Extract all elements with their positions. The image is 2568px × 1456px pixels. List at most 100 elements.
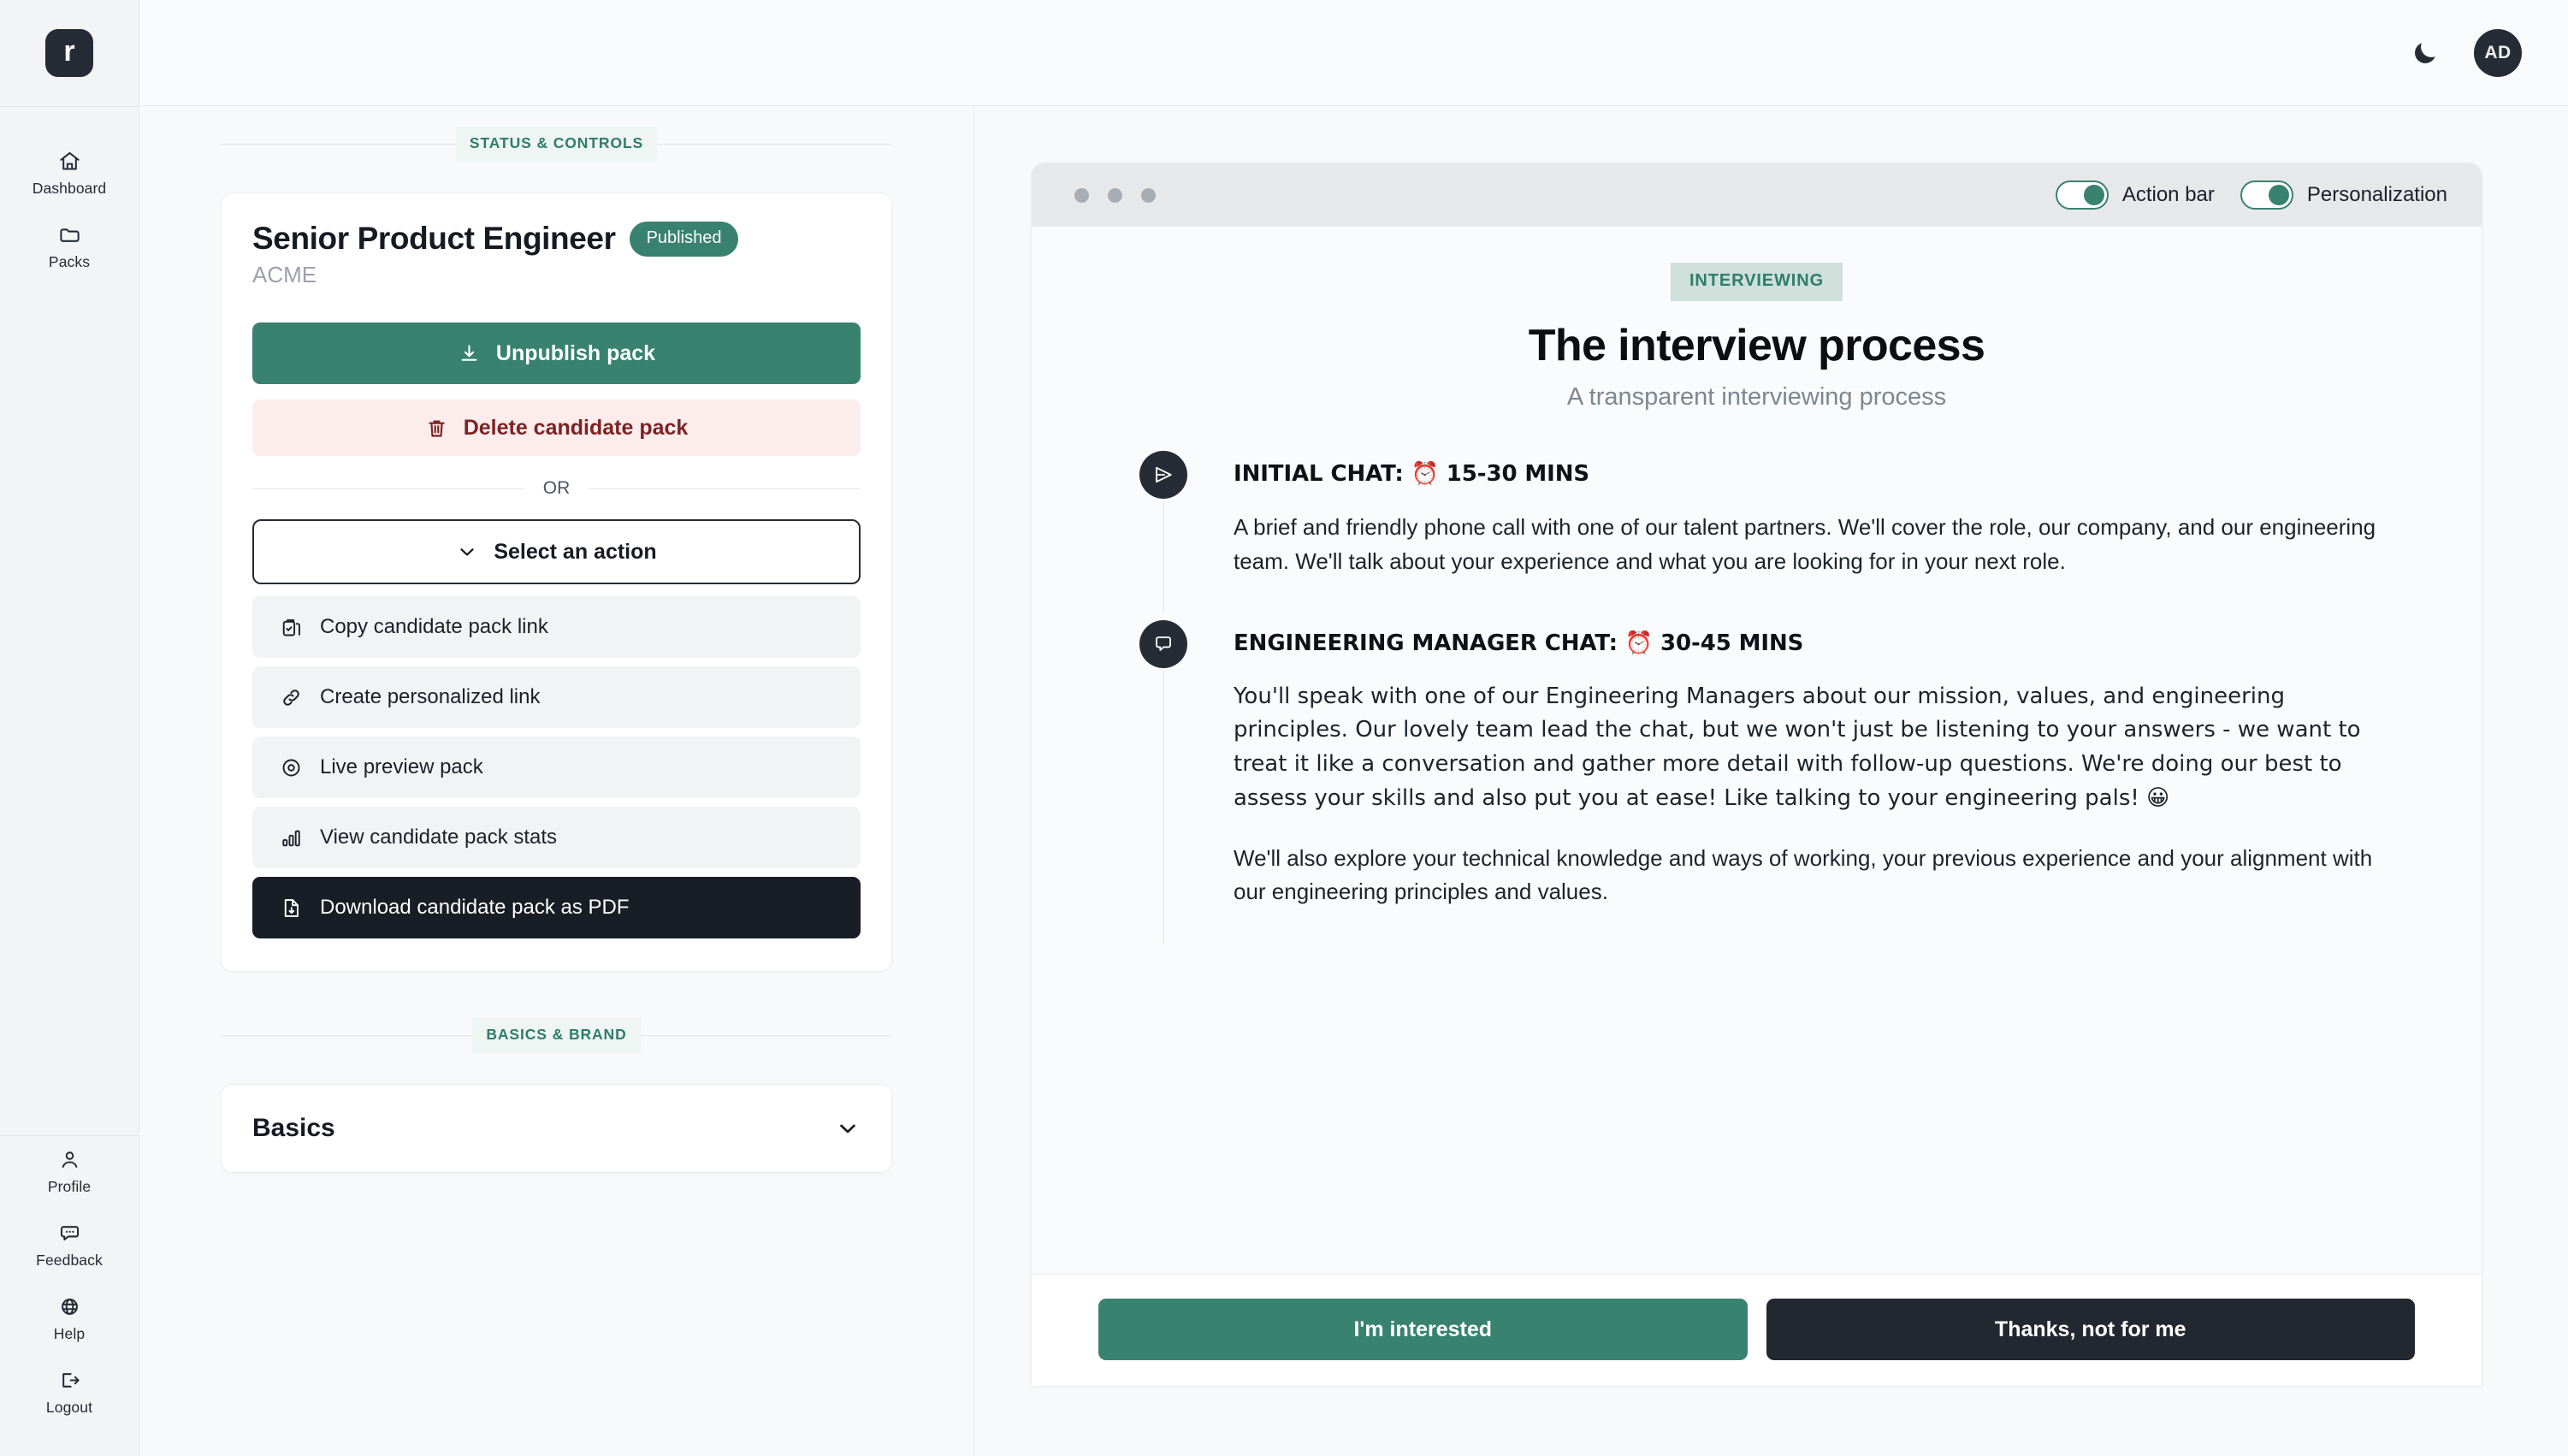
action-copy-link[interactable]: Copy candidate pack link: [252, 596, 861, 658]
step-connector-line: [1163, 667, 1164, 944]
action-list: Copy candidate pack link Create personal…: [252, 596, 861, 938]
window-dot: [1108, 187, 1122, 203]
avatar[interactable]: AD: [2474, 28, 2522, 77]
main-column: AD STATUS & CONTROLS Senior Product Engi…: [139, 0, 2568, 1456]
divider-left: [221, 1035, 473, 1036]
divider-left: [221, 144, 456, 145]
send-icon: [1139, 451, 1187, 499]
file-download-icon: [280, 897, 303, 920]
sidebar-item-label: Packs: [48, 253, 91, 270]
action-view-stats[interactable]: View candidate pack stats: [252, 807, 861, 868]
sidebar-item-label: Help: [53, 1325, 86, 1342]
action-live-preview[interactable]: Live preview pack: [252, 737, 861, 798]
action-label: Create personalized link: [320, 685, 541, 708]
folder-icon: [58, 223, 81, 246]
interview-step: INITIAL CHAT: ⏰ 15-30 MINS A brief and f…: [1139, 451, 2396, 613]
preview-title: The interview process: [1528, 321, 1985, 370]
or-label: OR: [542, 478, 571, 498]
delete-pack-label: Delete candidate pack: [463, 415, 689, 440]
download-icon: [458, 342, 481, 365]
sidebar-item-help[interactable]: Help: [0, 1283, 139, 1357]
sidebar-item-packs[interactable]: Packs: [0, 211, 139, 285]
bar-chart-icon: [280, 826, 303, 849]
sidebar-item-logout[interactable]: Logout: [0, 1357, 139, 1430]
action-label: View candidate pack stats: [320, 826, 558, 849]
logout-icon: [58, 1369, 81, 1392]
sidebar-item-label: Feedback: [36, 1252, 103, 1269]
sidebar-nav-bottom: Profile Feedback Help Logout: [0, 1136, 139, 1456]
divider-right: [657, 144, 893, 145]
step-body: A brief and friendly phone call with one…: [1234, 511, 2396, 579]
preview-action-bar: I'm interested Thanks, not for me: [1032, 1274, 2482, 1386]
preview-subtitle: A transparent interviewing process: [1566, 383, 1947, 411]
eye-icon: [280, 756, 303, 779]
divider-right: [640, 1035, 892, 1036]
step-title: ENGINEERING MANAGER CHAT: ⏰ 30-45 MINS: [1234, 630, 1804, 656]
or-divider: OR: [252, 478, 861, 499]
basics-section-header: BASICS & BRAND: [221, 972, 892, 1053]
sidebar-item-dashboard[interactable]: Dashboard: [0, 138, 139, 211]
sidebar-item-label: Logout: [45, 1399, 93, 1416]
basics-section-label: BASICS & BRAND: [472, 1018, 641, 1053]
step-paragraph: A brief and friendly phone call with one…: [1234, 514, 2376, 574]
sidebar-nav-top: Dashboard Packs: [0, 107, 139, 285]
action-download-pdf[interactable]: Download candidate pack as PDF: [252, 877, 861, 938]
action-bar-toggle[interactable]: [2055, 181, 2109, 210]
chat-icon: [58, 1222, 81, 1245]
personalization-toggle[interactable]: [2240, 181, 2293, 210]
interested-button[interactable]: I'm interested: [1098, 1299, 1748, 1360]
app-logo[interactable]: r: [45, 29, 93, 77]
user-icon: [58, 1148, 81, 1171]
not-interested-button[interactable]: Thanks, not for me: [1766, 1299, 2415, 1360]
step-title: INITIAL CHAT: ⏰ 15-30 MINS: [1234, 461, 1590, 487]
status-badge: Published: [629, 221, 739, 257]
globe-icon: [58, 1295, 81, 1318]
personalization-toggle-group: Personalization: [2240, 181, 2447, 210]
action-create-personalized-link[interactable]: Create personalized link: [252, 666, 861, 728]
toggle-knob: [2268, 185, 2289, 205]
status-card: Senior Product Engineer Published ACME U…: [221, 192, 892, 972]
sidebar-item-feedback[interactable]: Feedback: [0, 1210, 139, 1283]
preview-toggles: Action bar Personalization: [2055, 181, 2447, 210]
job-title-row: Senior Product Engineer Published: [252, 221, 861, 257]
interview-step: ENGINEERING MANAGER CHAT: ⏰ 30-45 MINS Y…: [1139, 619, 2396, 944]
personalization-toggle-label: Personalization: [2306, 183, 2447, 206]
toggle-knob: [2083, 185, 2104, 205]
sidebar: r Dashboard Packs Profile Feedback Help …: [0, 0, 139, 1456]
unpublish-pack-button[interactable]: Unpublish pack: [252, 323, 861, 384]
action-label: Download candidate pack as PDF: [320, 896, 630, 919]
interview-steps: INITIAL CHAT: ⏰ 15-30 MINS A brief and f…: [1032, 451, 2482, 944]
home-icon: [58, 150, 81, 173]
chevron-down-icon: [835, 1116, 861, 1141]
basics-accordion-title: Basics: [252, 1114, 335, 1142]
trash-icon: [425, 417, 448, 440]
link-icon: [280, 686, 303, 709]
basics-accordion[interactable]: Basics: [221, 1084, 892, 1173]
moon-icon[interactable]: [2411, 38, 2440, 68]
top-header: AD: [139, 0, 2568, 106]
browser-mock-toolbar: Action bar Personalization: [1032, 163, 2482, 227]
or-line-right: [589, 488, 861, 489]
step-paragraph: We'll also explore your technical knowle…: [1234, 844, 2373, 905]
pack-preview-content: INTERVIEWING The interview process A tra…: [1032, 227, 2482, 1386]
company-name: ACME: [252, 262, 317, 287]
page-body: STATUS & CONTROLS Senior Product Enginee…: [139, 106, 2568, 1456]
stage-chip-wrap: INTERVIEWING: [1032, 263, 2482, 301]
app-root: r Dashboard Packs Profile Feedback Help …: [0, 0, 2568, 1456]
status-section-label: STATUS & CONTROLS: [455, 127, 658, 162]
step-paragraph: You'll speak with one of our Engineering…: [1234, 683, 2361, 811]
action-label: Live preview pack: [320, 755, 483, 778]
select-action-label: Select an action: [494, 539, 657, 564]
controls-pane: STATUS & CONTROLS Senior Product Enginee…: [139, 106, 974, 1456]
unpublish-pack-label: Unpublish pack: [495, 340, 656, 365]
step-body: You'll speak with one of our Engineering…: [1234, 680, 2396, 910]
clipboard-copy-icon: [280, 616, 303, 639]
window-dot: [1141, 187, 1156, 203]
status-section-header: STATUS & CONTROLS: [221, 106, 893, 162]
delete-pack-button[interactable]: Delete candidate pack: [252, 400, 861, 456]
browser-mock: Action bar Personalization INTERVIEWING: [1031, 163, 2482, 1386]
select-action-dropdown[interactable]: Select an action: [252, 519, 861, 584]
sidebar-item-label: Profile: [47, 1178, 92, 1195]
sidebar-item-label: Dashboard: [32, 180, 107, 197]
sidebar-item-profile[interactable]: Profile: [0, 1136, 139, 1210]
